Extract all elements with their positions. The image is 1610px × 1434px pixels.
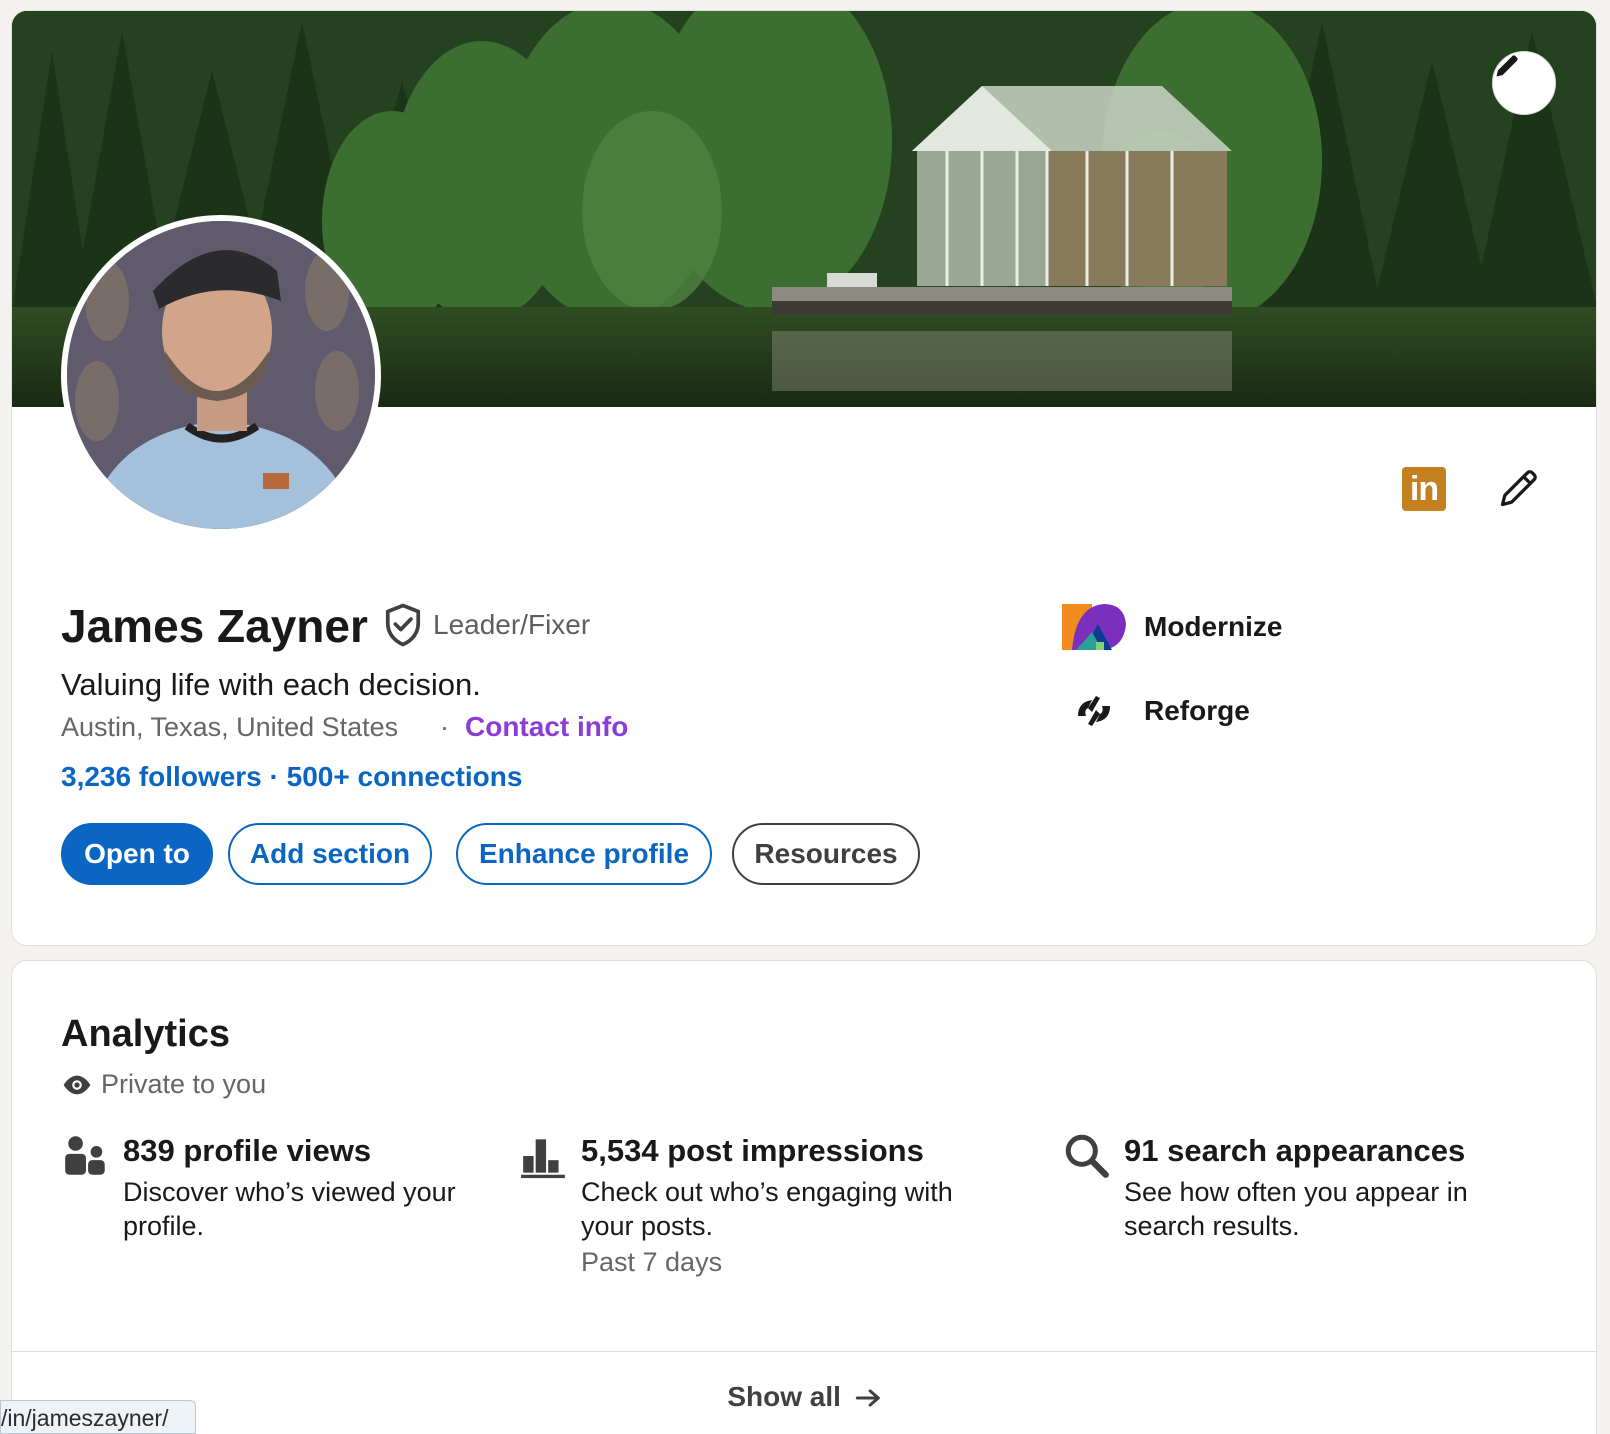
metric-title: 5,534 post impressions (581, 1133, 924, 1168)
metric-description: See how often you appear in search resul… (1124, 1177, 1468, 1241)
pronoun-label: Leader/Fixer (433, 609, 591, 640)
search-icon (1065, 1134, 1109, 1178)
show-all-label: Show all (727, 1381, 841, 1412)
open-to-button[interactable]: Open to (61, 823, 213, 885)
show-all-analytics-button[interactable]: Show all (12, 1381, 1596, 1413)
metric-period: Past 7 days (581, 1247, 723, 1277)
pencil-icon (1496, 55, 1518, 77)
banner-edit-button[interactable] (1492, 51, 1556, 115)
network-separator: · (261, 761, 287, 792)
profile-card: in James Zayner Leader/Fixer Valuing lif… (11, 10, 1597, 946)
contact-info-link[interactable]: Contact info (465, 711, 628, 743)
shield-check-icon[interactable] (382, 603, 424, 647)
bar-chart-icon (521, 1139, 565, 1179)
analytics-card: Analytics Private to you 839 profile vie… (11, 960, 1597, 1434)
profile-headline: Valuing life with each decision. (61, 667, 481, 702)
followers-link[interactable]: 3,236 followers (61, 761, 262, 792)
avatar-image (67, 221, 375, 529)
metric-title: 91 search appearances (1124, 1133, 1466, 1168)
resources-button[interactable]: Resources (732, 823, 920, 885)
analytics-title: Analytics (61, 1013, 230, 1055)
eye-icon (63, 1075, 91, 1094)
pencil-icon (1500, 470, 1537, 507)
metric-title: 839 profile views (123, 1133, 372, 1168)
metric-description: Check out who’s engaging with your posts… (581, 1177, 953, 1241)
linkedin-icon[interactable]: in (1402, 467, 1446, 511)
intro-edit-button[interactable] (1492, 461, 1546, 515)
privacy-label: Private to you (101, 1069, 267, 1099)
add-section-button[interactable]: Add section (228, 823, 432, 885)
linkedin-logo-text: in (1409, 469, 1439, 508)
arrow-right-icon (855, 1389, 880, 1407)
company-name: Modernize (1144, 611, 1283, 642)
company-name: Reforge (1144, 695, 1250, 726)
avatar (67, 221, 375, 529)
profile-photo[interactable] (61, 215, 381, 535)
company-modernize[interactable]: Modernize (1062, 599, 1282, 655)
metric-description: Discover who’s viewed your profile. (123, 1177, 456, 1241)
location-separator: · (440, 712, 449, 742)
modernize-logo-icon (1062, 599, 1126, 655)
profile-location: Austin, Texas, United States (61, 712, 399, 742)
network-stats: 3,236 followers · 500+ connections (61, 761, 522, 793)
people-icon (65, 1136, 105, 1175)
analytics-privacy: Private to you (61, 1069, 266, 1100)
enhance-profile-button[interactable]: Enhance profile (456, 823, 712, 885)
analytics-divider (12, 1351, 1596, 1352)
connections-link[interactable]: 500+ connections (287, 761, 523, 792)
profile-name: James Zayner (61, 600, 368, 652)
company-reforge[interactable]: Reforge (1062, 683, 1250, 739)
status-bar-url: /in/jameszayner/ (0, 1400, 196, 1434)
reforge-logo-icon (1062, 683, 1126, 739)
